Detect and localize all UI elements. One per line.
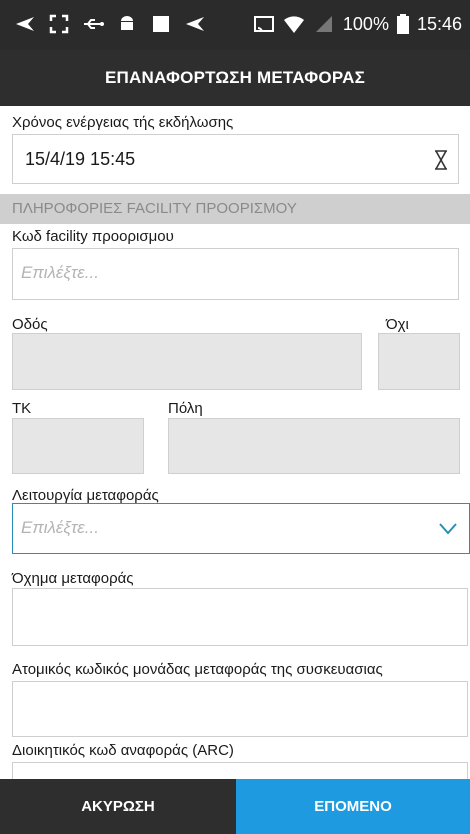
android-icon xyxy=(121,16,133,30)
facility-code-input[interactable]: Επιλέξτε... xyxy=(12,248,459,300)
number-label: Όχι xyxy=(386,316,409,333)
usb-icon xyxy=(84,19,104,29)
vehicle-label: Όχημα μεταφοράς xyxy=(12,570,134,587)
event-time-input[interactable]: 15/4/19 15:45 xyxy=(12,134,459,184)
wifi-icon xyxy=(283,16,304,33)
postal-code-input xyxy=(12,418,144,474)
transport-mode-label: Λειτουργία μεταφοράς xyxy=(12,487,159,504)
postal-code-label: ΤΚ xyxy=(12,400,32,417)
cancel-button[interactable]: ΑΚΥΡΩΣΗ xyxy=(0,779,236,834)
send-icon xyxy=(186,17,204,31)
status-bar: 100% 15:46 xyxy=(0,0,470,50)
cast-icon xyxy=(253,16,274,33)
bottom-action-bar: ΑΚΥΡΩΣΗ ΕΠΟΜΕΝΟ xyxy=(0,779,470,834)
unit-code-input[interactable] xyxy=(12,681,468,737)
form-content[interactable]: Χρόνος ενέργειας τής εκδήλωσης 15/4/19 1… xyxy=(0,106,470,779)
city-label: Πόλη xyxy=(168,400,203,417)
next-button[interactable]: ΕΠΟΜΕΝΟ xyxy=(236,779,470,834)
event-time-label: Χρόνος ενέργειας τής εκδήλωσης xyxy=(12,114,234,131)
number-input xyxy=(378,333,460,390)
clock: 15:46 xyxy=(416,13,462,34)
facility-code-label: Κωδ facility προορισμου xyxy=(12,228,174,245)
street-label: Οδός xyxy=(12,316,48,333)
destination-facility-section-header: ΠΛΗΡΟΦΟΡΙΕΣ FACILITY ΠΡΟΟΡΙΣΜΟΥ xyxy=(0,194,470,224)
square-icon xyxy=(153,16,169,32)
battery-icon xyxy=(396,14,409,34)
arc-input[interactable] xyxy=(12,762,468,779)
page-title: ΕΠΑΝΑΦΟΡΤΩΣΗ ΜΕΤΑΦΟΡΑΣ xyxy=(0,50,470,106)
hourglass-icon[interactable] xyxy=(434,150,448,170)
facility-code-placeholder: Επιλέξτε... xyxy=(21,263,99,282)
unit-code-label: Ατομικός κωδικός μονάδας μεταφοράς της σ… xyxy=(12,661,383,678)
transport-mode-select[interactable]: Επιλέξτε... xyxy=(12,503,470,554)
arc-label: Διοικητικός κωδ αναφοράς (ARC) xyxy=(12,742,234,759)
send-icon xyxy=(16,17,34,31)
street-input xyxy=(12,333,362,390)
fullscreen-icon xyxy=(49,14,69,34)
battery-percent: 100% xyxy=(342,13,389,34)
event-time-value: 15/4/19 15:45 xyxy=(25,149,136,169)
chevron-down-icon[interactable] xyxy=(439,523,457,535)
signal-icon xyxy=(315,16,332,32)
vehicle-input[interactable] xyxy=(12,588,468,646)
city-input xyxy=(168,418,460,474)
transport-mode-placeholder: Επιλέξτε... xyxy=(21,518,99,537)
